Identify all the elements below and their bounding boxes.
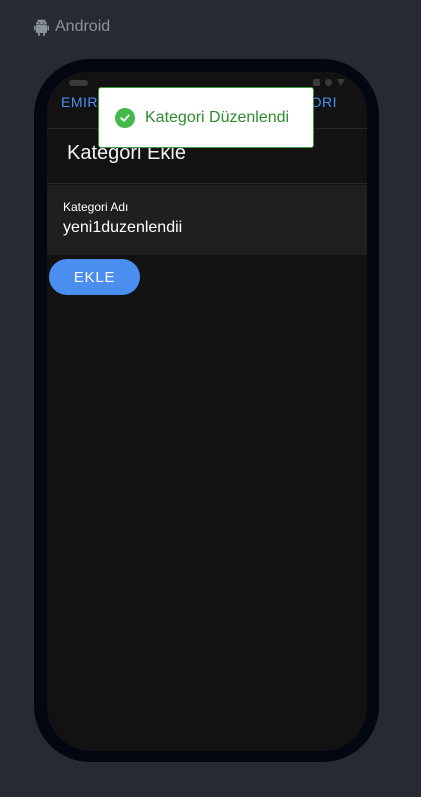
wifi-icon <box>337 79 345 86</box>
status-pill <box>69 80 88 86</box>
tab-left[interactable]: EMIR <box>61 94 98 110</box>
android-icon <box>34 18 49 36</box>
add-button[interactable]: EKLE <box>49 259 140 295</box>
tab-right[interactable]: ORI <box>311 94 337 110</box>
category-name-label: Kategori Adı <box>63 200 129 214</box>
signal-dot-icon <box>325 79 332 86</box>
category-name-field: Kategori Adı <box>47 185 367 255</box>
status-bar <box>47 72 367 88</box>
platform-indicator: Android <box>34 18 110 36</box>
platform-label: Android <box>55 18 111 35</box>
toast-message: Kategori Düzenlendi <box>145 108 290 126</box>
check-circle-icon <box>115 107 135 128</box>
phone-frame: EMIR ORI Kategori Ekle Kategori Adı EKLE <box>34 59 379 762</box>
status-icons <box>313 79 345 86</box>
category-name-input[interactable] <box>63 219 343 237</box>
success-toast: Kategori Düzenlendi <box>98 87 314 148</box>
notification-icon <box>313 79 320 86</box>
app-screen: EMIR ORI Kategori Ekle Kategori Adı EKLE <box>47 72 367 751</box>
